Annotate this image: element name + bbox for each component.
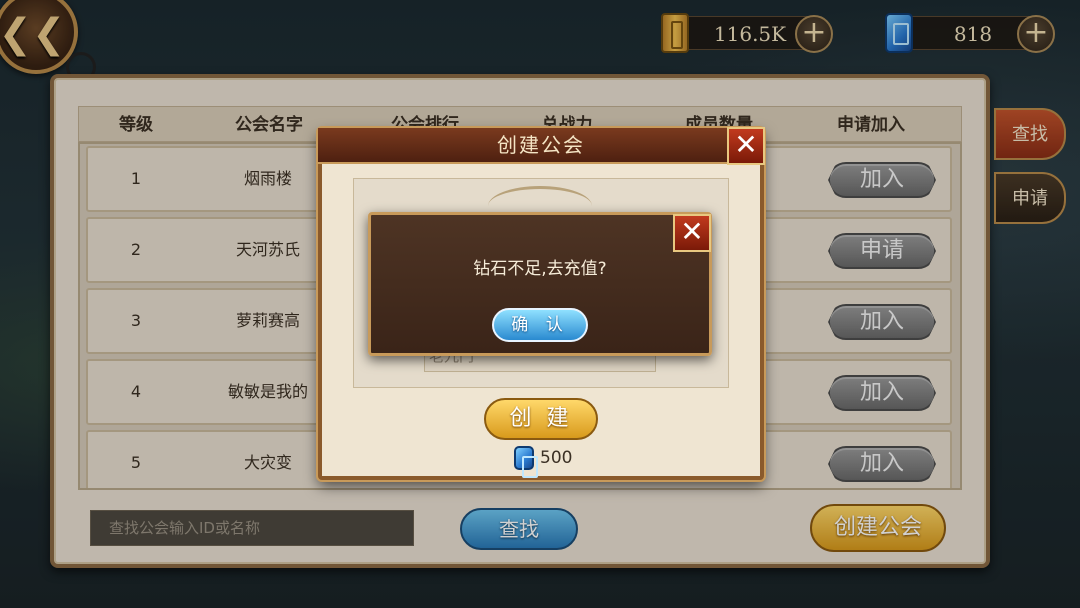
popup-message: 钻石不足,去充值? [473,259,607,279]
confirm-create-button[interactable]: 创 建 [484,398,598,440]
popup-confirm-button[interactable]: 确 认 [492,308,588,342]
popup-close-button[interactable]: ✕ [673,214,711,252]
cost-value: 500 [540,448,573,468]
create-cost: 500 [514,446,573,478]
dialog-title: 创建公会 [318,128,764,164]
dialog-close-button[interactable]: ✕ [727,127,765,165]
diamond-icon [514,446,538,478]
